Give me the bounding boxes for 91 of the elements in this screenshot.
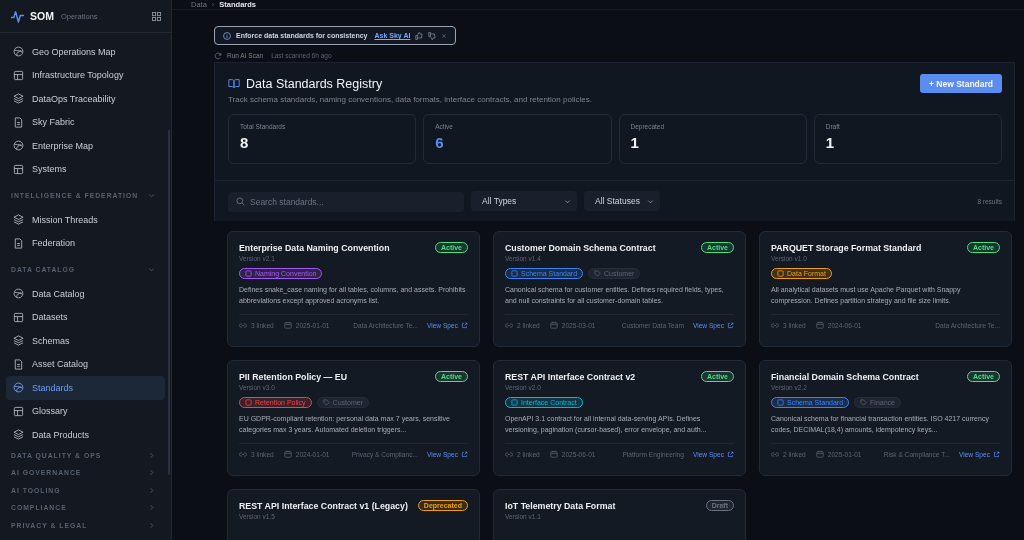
nav-icon: [13, 237, 24, 249]
tag-icon: [511, 270, 518, 277]
grid-icon[interactable]: [152, 11, 161, 21]
nav-icon: [13, 382, 24, 394]
nav-item[interactable]: Infrastructure Topology: [6, 63, 165, 87]
stat-value: 1: [825, 134, 836, 151]
nav-icon: [13, 311, 24, 323]
nav-icon: [13, 69, 24, 81]
card-title: Enterprise Data Naming Convention: [239, 242, 390, 253]
card-title: REST API Interface Contract v1 (Legacy): [239, 500, 408, 511]
card-title: IoT Telemetry Data Format: [505, 500, 616, 511]
calendar-icon: [549, 321, 558, 329]
pulse-logo-icon: [10, 9, 25, 23]
nav-icon: [13, 93, 24, 105]
nav-icon: [13, 429, 24, 441]
tag-icon: [594, 270, 602, 277]
link-icon: [771, 451, 779, 457]
tag-icon: [860, 399, 868, 406]
nav-icon: [13, 358, 24, 370]
calendar-icon: [549, 450, 558, 458]
nav-item[interactable]: Data Catalog: [6, 282, 165, 306]
nav-item[interactable]: Systems: [6, 157, 165, 181]
type-dropdown[interactable]: All Types: [471, 191, 577, 211]
card-title: Customer Domain Schema Contract: [505, 242, 656, 253]
thumbs-down-icon[interactable]: [428, 31, 437, 40]
link-icon: [505, 451, 513, 457]
standard-card[interactable]: [493, 231, 746, 347]
nav-item[interactable]: Datasets: [6, 305, 165, 329]
card-title: PII Retention Policy — EU: [239, 371, 348, 382]
nav-item[interactable]: DataOps Traceability: [6, 87, 165, 111]
calendar-icon: [283, 450, 292, 458]
link-icon: [239, 322, 247, 328]
standard-card[interactable]: [759, 360, 1012, 476]
stat-value: 8: [240, 134, 250, 151]
info-icon: [223, 31, 231, 40]
nav-item[interactable]: Data Products: [6, 423, 165, 447]
card-title: PARQUET Storage Format Standard: [771, 242, 922, 253]
nav-item[interactable]: Mission Threads: [6, 208, 165, 232]
refresh-icon[interactable]: [214, 51, 222, 60]
link-icon: [505, 322, 513, 328]
card-title: Financial Domain Schema Contract: [771, 371, 919, 382]
link-icon: [239, 451, 247, 457]
nav-icon: [13, 163, 24, 175]
calendar-icon: [815, 321, 824, 329]
page-subtitle: Track schema standards, naming conventions, data formats, interface contracts, and retention policies.: [228, 95, 593, 104]
search-field[interactable]: Search standards...: [228, 192, 464, 212]
external-link-icon: [461, 450, 468, 458]
calendar-icon: [283, 321, 292, 329]
stat-value: 1: [630, 134, 640, 151]
external-link-icon: [727, 321, 734, 329]
nav-item[interactable]: Enterprise Map: [6, 134, 165, 158]
chevron-down-icon: [564, 197, 571, 205]
nav-icon: [13, 405, 24, 417]
tag-icon: [511, 399, 518, 406]
external-link-icon: [993, 450, 1000, 458]
standard-card[interactable]: [227, 231, 480, 347]
stat-value: 6: [435, 134, 445, 151]
nav-item[interactable]: Asset Catalog: [6, 352, 165, 376]
standard-card[interactable]: [493, 360, 746, 476]
link-icon: [771, 322, 779, 328]
nav-icon: [13, 335, 24, 347]
external-link-icon: [727, 450, 734, 458]
tag-icon: [777, 270, 784, 277]
nav-icon: [13, 116, 24, 128]
card-title: REST API Interface Contract v2: [505, 371, 636, 382]
standard-card[interactable]: [227, 360, 480, 476]
standard-card[interactable]: [759, 231, 1012, 347]
nav-icon: [13, 46, 24, 58]
book-icon: [228, 78, 240, 89]
nav-item[interactable]: Glossary: [6, 399, 165, 423]
chevron-down-icon: [647, 197, 654, 205]
page-title: Data Standards Registry: [246, 76, 383, 91]
thumbs-up-icon[interactable]: [415, 31, 424, 40]
status-dropdown[interactable]: All Statuses: [584, 191, 660, 211]
calendar-icon: [815, 450, 824, 458]
nav-icon: [13, 288, 24, 300]
external-link-icon: [461, 321, 468, 329]
nav-item[interactable]: Standards: [6, 376, 165, 400]
tag-icon: [245, 399, 252, 406]
nav-item[interactable]: Schemas: [6, 329, 165, 353]
close-icon[interactable]: [441, 32, 448, 39]
tag-icon: [777, 399, 784, 406]
nav-item[interactable]: Sky Fabric: [6, 110, 165, 134]
nav-icon: [13, 214, 24, 226]
brand-name: SOM: [30, 10, 54, 22]
tag-icon: [322, 399, 330, 406]
tag-icon: [245, 270, 252, 277]
nav-icon: [13, 140, 24, 152]
nav-item[interactable]: Geo Operations Map: [6, 40, 165, 64]
nav-item[interactable]: Federation: [6, 231, 165, 255]
search-icon: [236, 196, 245, 206]
